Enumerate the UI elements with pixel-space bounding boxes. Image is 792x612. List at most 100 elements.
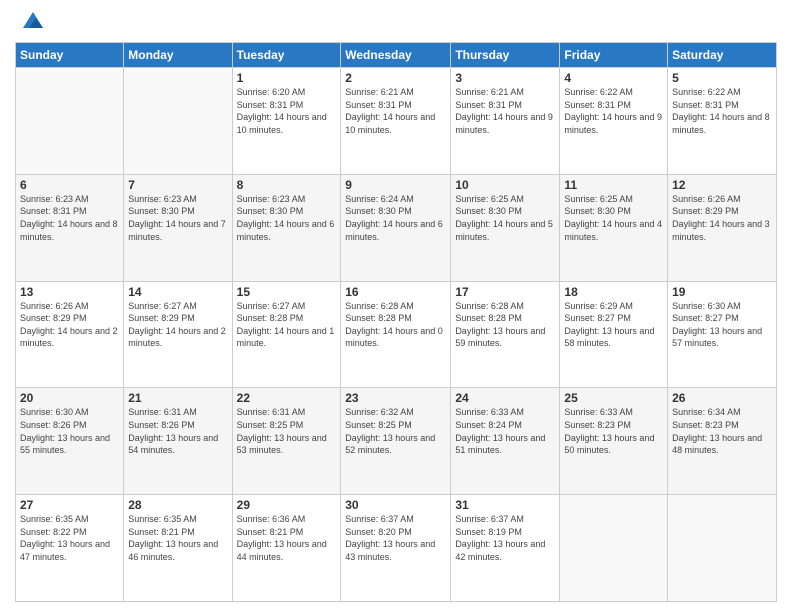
calendar-cell	[16, 68, 124, 175]
day-info: Sunrise: 6:22 AM Sunset: 8:31 PM Dayligh…	[564, 86, 663, 136]
calendar-cell: 13Sunrise: 6:26 AM Sunset: 8:29 PM Dayli…	[16, 281, 124, 388]
calendar-week-4: 27Sunrise: 6:35 AM Sunset: 8:22 PM Dayli…	[16, 495, 777, 602]
weekday-header-saturday: Saturday	[668, 43, 777, 68]
calendar-cell: 25Sunrise: 6:33 AM Sunset: 8:23 PM Dayli…	[560, 388, 668, 495]
calendar-cell: 30Sunrise: 6:37 AM Sunset: 8:20 PM Dayli…	[341, 495, 451, 602]
calendar-cell: 27Sunrise: 6:35 AM Sunset: 8:22 PM Dayli…	[16, 495, 124, 602]
calendar-cell: 1Sunrise: 6:20 AM Sunset: 8:31 PM Daylig…	[232, 68, 341, 175]
day-number: 31	[455, 498, 555, 512]
page: SundayMondayTuesdayWednesdayThursdayFrid…	[0, 0, 792, 612]
day-info: Sunrise: 6:35 AM Sunset: 8:21 PM Dayligh…	[128, 513, 227, 563]
calendar-cell: 22Sunrise: 6:31 AM Sunset: 8:25 PM Dayli…	[232, 388, 341, 495]
calendar-week-3: 20Sunrise: 6:30 AM Sunset: 8:26 PM Dayli…	[16, 388, 777, 495]
calendar-cell: 11Sunrise: 6:25 AM Sunset: 8:30 PM Dayli…	[560, 174, 668, 281]
day-number: 24	[455, 391, 555, 405]
calendar-cell: 9Sunrise: 6:24 AM Sunset: 8:30 PM Daylig…	[341, 174, 451, 281]
day-info: Sunrise: 6:31 AM Sunset: 8:26 PM Dayligh…	[128, 406, 227, 456]
calendar-cell	[560, 495, 668, 602]
day-info: Sunrise: 6:25 AM Sunset: 8:30 PM Dayligh…	[564, 193, 663, 243]
day-number: 19	[672, 285, 772, 299]
day-info: Sunrise: 6:32 AM Sunset: 8:25 PM Dayligh…	[345, 406, 446, 456]
day-info: Sunrise: 6:33 AM Sunset: 8:24 PM Dayligh…	[455, 406, 555, 456]
calendar-week-1: 6Sunrise: 6:23 AM Sunset: 8:31 PM Daylig…	[16, 174, 777, 281]
day-number: 17	[455, 285, 555, 299]
day-info: Sunrise: 6:28 AM Sunset: 8:28 PM Dayligh…	[455, 300, 555, 350]
day-number: 10	[455, 178, 555, 192]
day-number: 9	[345, 178, 446, 192]
day-number: 25	[564, 391, 663, 405]
day-number: 26	[672, 391, 772, 405]
day-info: Sunrise: 6:26 AM Sunset: 8:29 PM Dayligh…	[672, 193, 772, 243]
day-info: Sunrise: 6:24 AM Sunset: 8:30 PM Dayligh…	[345, 193, 446, 243]
day-number: 8	[237, 178, 337, 192]
day-number: 16	[345, 285, 446, 299]
day-number: 23	[345, 391, 446, 405]
day-number: 6	[20, 178, 119, 192]
calendar-cell: 28Sunrise: 6:35 AM Sunset: 8:21 PM Dayli…	[124, 495, 232, 602]
day-info: Sunrise: 6:29 AM Sunset: 8:27 PM Dayligh…	[564, 300, 663, 350]
day-info: Sunrise: 6:27 AM Sunset: 8:29 PM Dayligh…	[128, 300, 227, 350]
calendar-cell: 29Sunrise: 6:36 AM Sunset: 8:21 PM Dayli…	[232, 495, 341, 602]
day-info: Sunrise: 6:30 AM Sunset: 8:27 PM Dayligh…	[672, 300, 772, 350]
calendar-cell: 2Sunrise: 6:21 AM Sunset: 8:31 PM Daylig…	[341, 68, 451, 175]
day-info: Sunrise: 6:21 AM Sunset: 8:31 PM Dayligh…	[455, 86, 555, 136]
calendar-cell: 26Sunrise: 6:34 AM Sunset: 8:23 PM Dayli…	[668, 388, 777, 495]
day-info: Sunrise: 6:23 AM Sunset: 8:31 PM Dayligh…	[20, 193, 119, 243]
calendar-cell: 14Sunrise: 6:27 AM Sunset: 8:29 PM Dayli…	[124, 281, 232, 388]
day-number: 11	[564, 178, 663, 192]
day-number: 4	[564, 71, 663, 85]
day-info: Sunrise: 6:25 AM Sunset: 8:30 PM Dayligh…	[455, 193, 555, 243]
day-info: Sunrise: 6:28 AM Sunset: 8:28 PM Dayligh…	[345, 300, 446, 350]
day-info: Sunrise: 6:26 AM Sunset: 8:29 PM Dayligh…	[20, 300, 119, 350]
calendar-cell: 24Sunrise: 6:33 AM Sunset: 8:24 PM Dayli…	[451, 388, 560, 495]
day-info: Sunrise: 6:21 AM Sunset: 8:31 PM Dayligh…	[345, 86, 446, 136]
day-number: 7	[128, 178, 227, 192]
day-info: Sunrise: 6:20 AM Sunset: 8:31 PM Dayligh…	[237, 86, 337, 136]
day-info: Sunrise: 6:35 AM Sunset: 8:22 PM Dayligh…	[20, 513, 119, 563]
header	[15, 10, 777, 34]
calendar-cell: 16Sunrise: 6:28 AM Sunset: 8:28 PM Dayli…	[341, 281, 451, 388]
calendar-cell: 8Sunrise: 6:23 AM Sunset: 8:30 PM Daylig…	[232, 174, 341, 281]
day-number: 3	[455, 71, 555, 85]
day-info: Sunrise: 6:22 AM Sunset: 8:31 PM Dayligh…	[672, 86, 772, 136]
day-info: Sunrise: 6:31 AM Sunset: 8:25 PM Dayligh…	[237, 406, 337, 456]
day-info: Sunrise: 6:37 AM Sunset: 8:20 PM Dayligh…	[345, 513, 446, 563]
calendar-cell: 7Sunrise: 6:23 AM Sunset: 8:30 PM Daylig…	[124, 174, 232, 281]
calendar: SundayMondayTuesdayWednesdayThursdayFrid…	[15, 42, 777, 602]
calendar-cell: 19Sunrise: 6:30 AM Sunset: 8:27 PM Dayli…	[668, 281, 777, 388]
calendar-cell: 18Sunrise: 6:29 AM Sunset: 8:27 PM Dayli…	[560, 281, 668, 388]
day-info: Sunrise: 6:33 AM Sunset: 8:23 PM Dayligh…	[564, 406, 663, 456]
day-number: 12	[672, 178, 772, 192]
day-number: 13	[20, 285, 119, 299]
calendar-cell: 10Sunrise: 6:25 AM Sunset: 8:30 PM Dayli…	[451, 174, 560, 281]
calendar-cell	[668, 495, 777, 602]
calendar-cell: 3Sunrise: 6:21 AM Sunset: 8:31 PM Daylig…	[451, 68, 560, 175]
calendar-cell: 23Sunrise: 6:32 AM Sunset: 8:25 PM Dayli…	[341, 388, 451, 495]
day-info: Sunrise: 6:27 AM Sunset: 8:28 PM Dayligh…	[237, 300, 337, 350]
day-info: Sunrise: 6:34 AM Sunset: 8:23 PM Dayligh…	[672, 406, 772, 456]
day-number: 2	[345, 71, 446, 85]
weekday-header-wednesday: Wednesday	[341, 43, 451, 68]
weekday-header-friday: Friday	[560, 43, 668, 68]
day-number: 30	[345, 498, 446, 512]
day-info: Sunrise: 6:23 AM Sunset: 8:30 PM Dayligh…	[128, 193, 227, 243]
calendar-cell: 12Sunrise: 6:26 AM Sunset: 8:29 PM Dayli…	[668, 174, 777, 281]
day-number: 21	[128, 391, 227, 405]
weekday-header-sunday: Sunday	[16, 43, 124, 68]
calendar-cell: 20Sunrise: 6:30 AM Sunset: 8:26 PM Dayli…	[16, 388, 124, 495]
day-number: 28	[128, 498, 227, 512]
day-info: Sunrise: 6:23 AM Sunset: 8:30 PM Dayligh…	[237, 193, 337, 243]
calendar-cell: 5Sunrise: 6:22 AM Sunset: 8:31 PM Daylig…	[668, 68, 777, 175]
day-number: 20	[20, 391, 119, 405]
day-number: 15	[237, 285, 337, 299]
day-number: 29	[237, 498, 337, 512]
day-number: 22	[237, 391, 337, 405]
day-number: 1	[237, 71, 337, 85]
weekday-header-thursday: Thursday	[451, 43, 560, 68]
calendar-cell: 15Sunrise: 6:27 AM Sunset: 8:28 PM Dayli…	[232, 281, 341, 388]
calendar-cell: 6Sunrise: 6:23 AM Sunset: 8:31 PM Daylig…	[16, 174, 124, 281]
day-number: 18	[564, 285, 663, 299]
weekday-header-monday: Monday	[124, 43, 232, 68]
day-info: Sunrise: 6:37 AM Sunset: 8:19 PM Dayligh…	[455, 513, 555, 563]
calendar-cell: 21Sunrise: 6:31 AM Sunset: 8:26 PM Dayli…	[124, 388, 232, 495]
